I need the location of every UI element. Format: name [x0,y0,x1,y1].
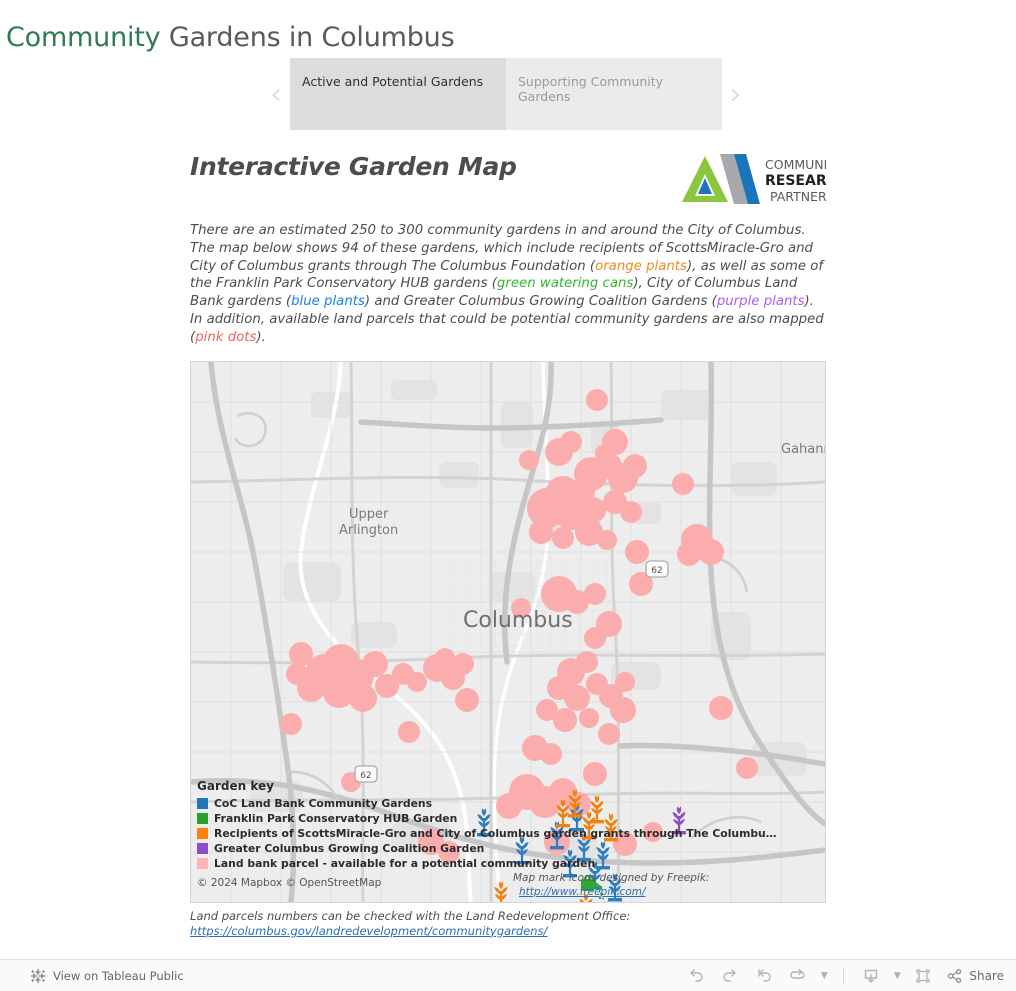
chevron-left-icon[interactable]: ‹ [262,58,290,130]
community-research-partners-logo: COMMUNITY RESEARCH PARTNERS [678,152,849,206]
download-dropdown-caret-icon[interactable]: ▼ [890,964,904,988]
footnote-text: Land parcels numbers can be checked with… [190,908,631,923]
svg-text:COMMUNITY: COMMUNITY [765,157,826,172]
map-description: There are an estimated 250 to 300 commun… [190,222,826,347]
page-title-accent: Community [6,22,161,54]
orange-swatch-icon [197,827,208,839]
svg-text:PARTNERS: PARTNERS [770,189,826,204]
desc-orange-plants: orange plants [595,258,687,274]
toolbar-actions: ▼ ▼ Share [681,964,1004,988]
legend-label: CoC Land Bank Community Gardens [214,796,433,810]
interactive-garden-map[interactable]: 62 62 Columbus UpperArlington Gahanna Ga… [190,360,826,903]
desc-part-6: ). [256,329,266,345]
freepik-link[interactable]: http://www.freepik.com/ [519,886,646,898]
fullscreen-button[interactable] [908,964,938,988]
blue-swatch-icon [197,797,208,809]
download-button[interactable] [856,964,886,988]
tab-supporting-community-gardens[interactable]: Supporting Community Gardens [506,58,722,130]
legend-item-coc-land-bank[interactable]: CoC Land Bank Community Gardens [197,797,809,810]
undo-button[interactable] [681,964,711,988]
page-title: Community Gardens in Columbus [6,22,455,54]
chevron-right-icon[interactable]: › [722,58,750,130]
legend-item-land-bank-parcel[interactable]: Land bank parcel - available for a poten… [197,857,809,870]
viz-title: Interactive Garden Map [190,152,517,181]
tab-label: Active and Potential Gardens [302,74,484,89]
refresh-button[interactable] [783,964,813,988]
desc-part-4: ) and Greater Columbus Growing Coalition… [364,294,717,310]
garden-key-legend: Garden key CoC Land Bank Community Garde… [197,779,809,872]
legend-label: Recipients of ScottsMiracle-Gro and City… [214,826,777,840]
mapbox-osm-attribution[interactable]: © 2024 Mapbox © OpenStreetMap [197,877,381,889]
logo-svg: COMMUNITY RESEARCH PARTNERS [682,154,849,204]
map-attribution: © 2024 Mapbox © OpenStreetMap Map mark i… [191,871,825,902]
tableau-link-label: View on Tableau Public [53,968,184,983]
legend-item-growing-coalition[interactable]: Greater Columbus Growing Coalition Garde… [197,842,809,855]
legend-label: Greater Columbus Growing Coalition Garde… [214,841,485,855]
svg-text:62: 62 [651,566,662,576]
tableau-logo-icon [31,968,45,983]
share-icon [948,968,962,983]
share-label: Share [969,968,1004,983]
visualization-container: Interactive Garden Map COMMUNITY RESEARC… [190,148,849,939]
desc-purple-plants: purple plants [716,294,805,310]
tab-active-and-potential-gardens[interactable]: Active and Potential Gardens [290,58,506,130]
refresh-dropdown-caret-icon[interactable]: ▼ [817,964,831,988]
freepik-credit: Map mark icons designed by Freepik: [513,871,710,884]
tab-strip: ‹ Active and Potential Gardens Supportin… [262,58,754,130]
share-button[interactable]: Share [946,967,1004,985]
revert-button[interactable] [749,964,779,988]
tableau-toolbar: View on Tableau Public ▼ ▼ Share [0,959,1016,991]
page-title-rest: Gardens in Columbus [160,22,455,54]
tab-label: Supporting Community Gardens [518,74,664,104]
desc-pink-dots: pink dots [195,329,257,345]
legend-label: Franklin Park Conservatory HUB Garden [214,811,458,825]
legend-item-franklin-park-hub[interactable]: Franklin Park Conservatory HUB Garden [197,812,809,825]
pink-swatch-icon [197,857,208,869]
land-redevelopment-link[interactable]: https://columbus.gov/landredevelopment/c… [190,924,547,938]
land-parcel-footnote: Land parcels numbers can be checked with… [190,909,826,939]
view-on-tableau-public-button[interactable]: View on Tableau Public [30,968,184,984]
desc-blue-plants: blue plants [291,294,365,310]
purple-swatch-icon [197,842,208,854]
legend-title: Garden key [197,778,274,793]
green-swatch-icon [197,812,208,824]
legend-label: Land bank parcel - available for a poten… [214,856,596,870]
toolbar-divider [843,967,845,984]
desc-green-watering-cans: green watering cans [496,276,634,292]
redo-button[interactable] [715,964,745,988]
svg-text:RESEARCH: RESEARCH [765,173,826,189]
legend-item-scottsmiracle-gro[interactable]: Recipients of ScottsMiracle-Gro and City… [197,827,809,840]
viz-header: Interactive Garden Map COMMUNITY RESEARC… [190,148,849,206]
